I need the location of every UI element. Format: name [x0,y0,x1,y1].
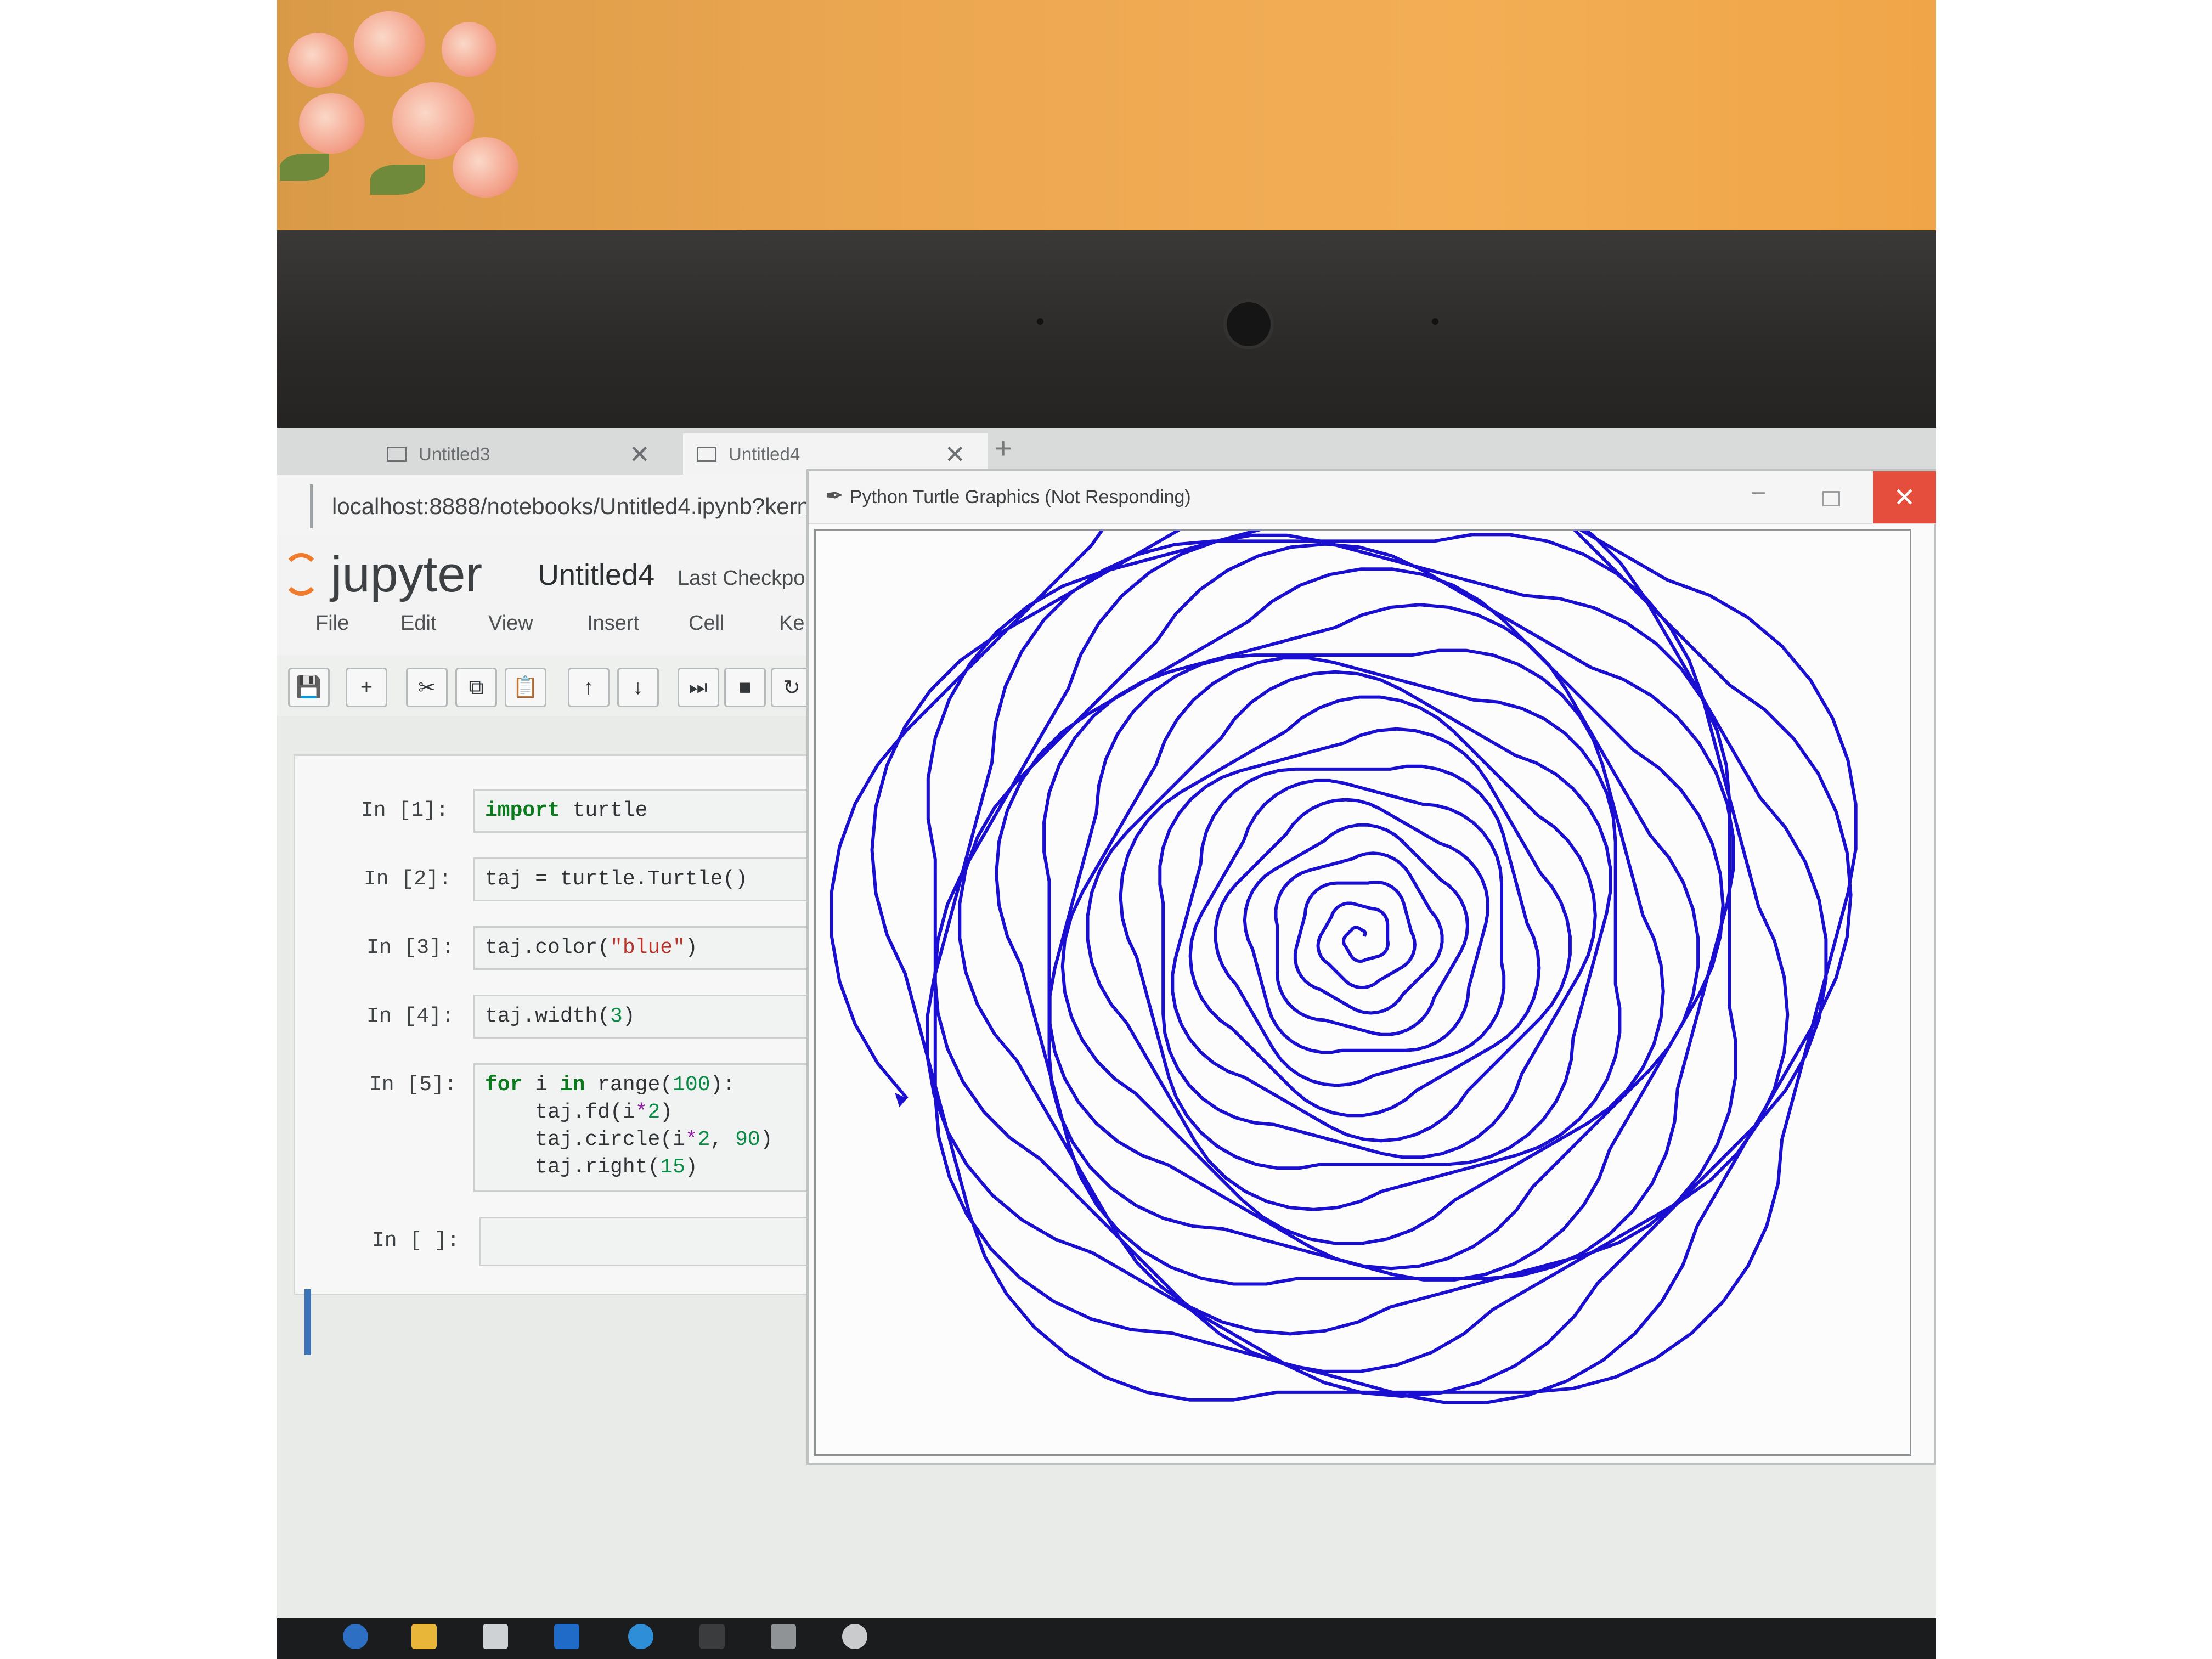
close-icon[interactable]: ✕ [944,439,966,469]
cell-prompt: In [4]: [366,1005,454,1028]
cell-prompt: In [ ]: [372,1229,460,1252]
menu-view[interactable]: View [488,612,533,635]
cortana-icon[interactable] [343,1624,368,1649]
turtle-graphics-window[interactable]: ✒ Python Turtle Graphics (Not Responding… [806,469,1936,1465]
windows-taskbar [277,1618,1936,1659]
save-icon[interactable]: 💾 [288,668,330,707]
copy-icon[interactable]: ⧉ [455,668,497,707]
tab-untitled3[interactable]: Untitled3 ✕ [277,433,672,475]
menu-edit[interactable]: Edit [400,612,436,635]
stop-icon[interactable]: ■ [724,668,766,707]
store-icon[interactable] [483,1624,508,1649]
step-forward-icon[interactable]: ⏭ [678,668,719,707]
plus-icon[interactable]: + [346,668,387,707]
cell-prompt: In [3]: [366,936,454,960]
photo-frame: Untitled3 ✕ Untitled4 ✕ + localhost:8888… [277,0,1936,1659]
webcam [1223,299,1274,349]
sensor-dot [1037,318,1043,325]
minimize-button[interactable]: – [1752,478,1765,504]
window-title: Python Turtle Graphics (Not Responding) [850,487,1191,507]
cell-prompt: In [1]: [361,799,449,822]
arrow-down-icon[interactable]: ↓ [617,668,659,707]
feather-icon: ✒ [825,484,844,508]
browser-tab-bar: Untitled3 ✕ Untitled4 ✕ + [277,428,1936,475]
sensor-dot [1432,318,1438,325]
menu-insert[interactable]: Insert [587,612,639,635]
jupyter-logo-icon [283,553,320,596]
laptop-bezel [277,230,1936,436]
outlook-icon[interactable] [554,1624,579,1649]
tab-label: Untitled3 [419,443,490,464]
window-icon [697,446,716,462]
background-wall [277,0,1936,258]
internet-explorer-icon[interactable] [628,1624,653,1649]
python-icon[interactable] [842,1624,867,1649]
spiral-path [830,531,1858,1404]
jupyter-logo[interactable]: jupyter [283,546,482,603]
notebook-title[interactable]: Untitled4 [538,558,654,592]
cell-prompt: In [2]: [364,867,452,891]
tab-untitled4[interactable]: Untitled4 ✕ [683,433,988,475]
cell-prompt: In [5]: [369,1073,457,1097]
turtle-drawing [830,531,1858,1404]
file-explorer-icon[interactable] [411,1624,437,1649]
cell-selection-indicator [304,1289,311,1355]
menu-file[interactable]: File [315,612,349,635]
arrow-up-icon[interactable]: ↑ [568,668,610,707]
menu-cell[interactable]: Cell [689,612,724,635]
tab-label: Untitled4 [729,443,800,464]
window-titlebar[interactable]: ✒ Python Turtle Graphics (Not Responding… [809,471,1936,524]
flower-arrangement [277,0,518,230]
close-icon[interactable]: ✕ [629,439,650,469]
window-icon [387,446,407,462]
cut-icon[interactable]: ✂ [406,668,448,707]
terminal-icon[interactable] [699,1624,725,1649]
close-button[interactable]: ✕ [1873,471,1936,523]
maximize-button[interactable] [1822,491,1840,506]
new-tab-button[interactable]: + [995,431,1012,465]
turtle-canvas [814,529,1911,1456]
paste-icon[interactable]: 📋 [505,668,546,707]
ipython-icon[interactable] [771,1624,796,1649]
checkpoint-status: Last Checkpo [678,567,805,590]
url-text[interactable]: localhost:8888/notebooks/Untitled4.ipynb… [332,493,810,520]
